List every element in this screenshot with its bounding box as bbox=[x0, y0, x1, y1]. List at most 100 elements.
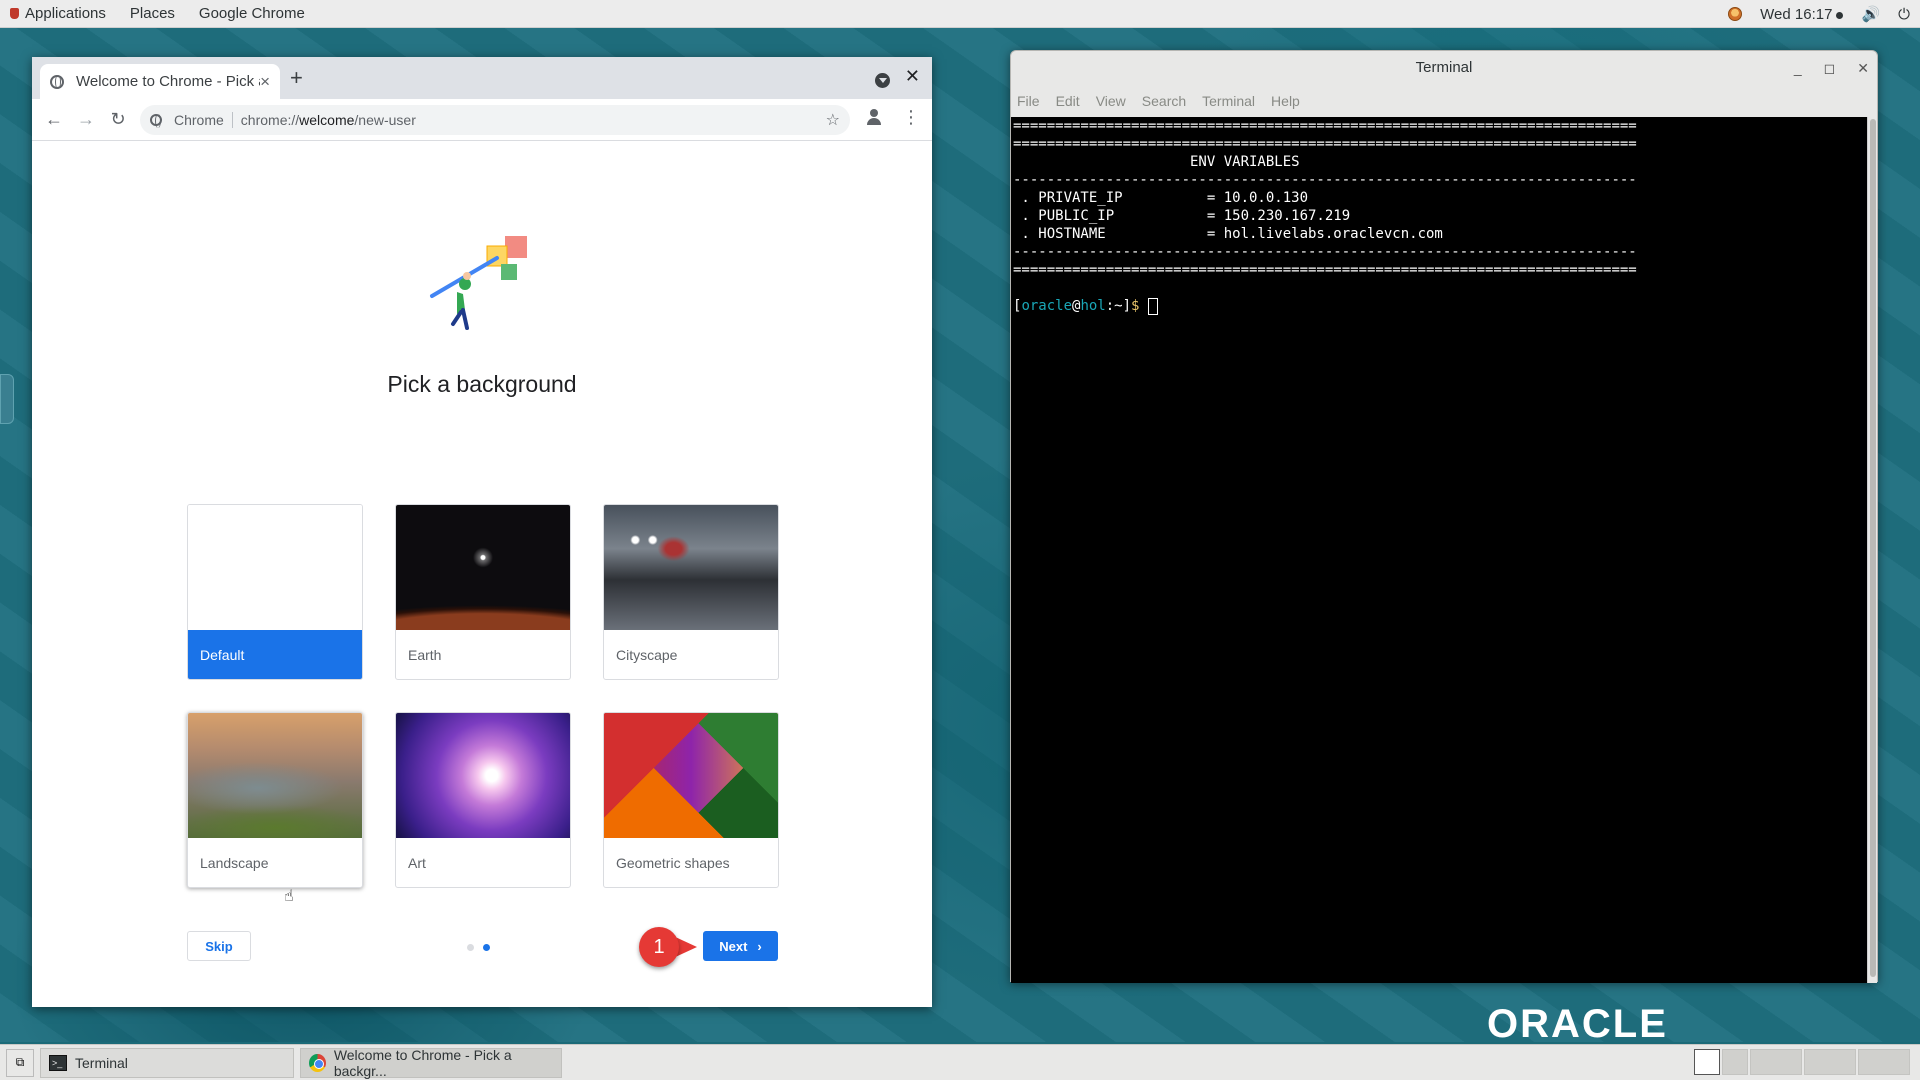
volume-icon[interactable]: 🔊 bbox=[1861, 5, 1880, 23]
background-label: Default bbox=[188, 630, 362, 679]
menu-file[interactable]: File bbox=[1017, 93, 1040, 109]
minimize-icon[interactable]: _ bbox=[1794, 51, 1802, 85]
terminal-titlebar[interactable]: Terminal _ ◻ ✕ bbox=[1011, 51, 1877, 85]
terminal-prompt: [oracle@hol:~]$ bbox=[1013, 297, 1867, 315]
mouse-cursor-icon: ☝ bbox=[284, 888, 294, 905]
applications-menu[interactable]: Applications bbox=[0, 5, 118, 22]
taskbar-chrome[interactable]: Welcome to Chrome - Pick a backgr... bbox=[300, 1047, 562, 1079]
show-desktop-icon[interactable]: ⧉ bbox=[6, 1048, 34, 1077]
text-cursor bbox=[1147, 297, 1158, 315]
workspace-switcher bbox=[1694, 1049, 1910, 1075]
page-dot bbox=[467, 944, 474, 951]
page-title: Pick a background bbox=[387, 371, 577, 397]
app-menu[interactable]: Google Chrome bbox=[187, 5, 317, 22]
terminal-menubar: File Edit View Search Terminal Help bbox=[1011, 85, 1877, 117]
background-label: Geometric shapes bbox=[616, 855, 730, 871]
background-option-geometric-shapes[interactable]: Geometric shapes bbox=[603, 712, 779, 888]
menu-view[interactable]: View bbox=[1096, 93, 1126, 109]
user-status-icon[interactable] bbox=[1728, 7, 1743, 21]
cityscape-thumbnail bbox=[604, 505, 778, 630]
terminal-scrollbar[interactable] bbox=[1867, 117, 1877, 983]
clock[interactable]: Wed 16:17 bbox=[1760, 6, 1844, 23]
terminal-line: ========================================… bbox=[1013, 136, 1637, 152]
site-info-icon[interactable] bbox=[150, 114, 162, 128]
tab-close-icon[interactable]: × bbox=[260, 72, 270, 92]
earth-thumbnail bbox=[396, 505, 570, 630]
terminal-line: . PRIVATE_IP = 10.0.0.130 bbox=[1013, 190, 1309, 206]
background-option-landscape[interactable]: Landscape bbox=[187, 712, 363, 888]
next-button[interactable]: Next › bbox=[703, 931, 778, 961]
tab-welcome[interactable]: Welcome to Chrome - Pick a background × bbox=[40, 64, 280, 99]
terminal-line: ----------------------------------------… bbox=[1013, 172, 1637, 188]
background-option-cityscape[interactable]: Cityscape bbox=[603, 504, 779, 680]
default-thumbnail bbox=[188, 505, 362, 630]
menu-terminal[interactable]: Terminal bbox=[1202, 93, 1255, 109]
chrome-window: Welcome to Chrome - Pick a background × … bbox=[32, 57, 932, 1007]
background-option-earth[interactable]: Earth bbox=[395, 504, 571, 680]
terminal-line: . PUBLIC_IP = 150.230.167.219 bbox=[1013, 208, 1351, 224]
terminal-line: ========================================… bbox=[1013, 118, 1637, 134]
url-prefix: chrome:// bbox=[240, 112, 300, 128]
background-option-art[interactable]: Art bbox=[395, 712, 571, 888]
callout-number: 1 bbox=[639, 927, 679, 967]
page-indicator bbox=[467, 944, 490, 951]
side-panel-handle[interactable] bbox=[0, 374, 14, 424]
site-label: Chrome bbox=[174, 112, 233, 128]
tab-search-icon[interactable] bbox=[875, 73, 890, 88]
bookmark-star-icon[interactable]: ☆ bbox=[826, 110, 840, 130]
applications-label: Applications bbox=[25, 5, 106, 22]
taskbar: ⧉ >_ Terminal Welcome to Chrome - Pick a… bbox=[0, 1044, 1920, 1080]
geometric-shapes-thumbnail bbox=[604, 713, 778, 838]
terminal-line: ENV VARIABLES bbox=[1013, 154, 1300, 170]
menu-edit[interactable]: Edit bbox=[1056, 93, 1080, 109]
workspace-3[interactable] bbox=[1750, 1049, 1802, 1075]
forward-icon[interactable]: → bbox=[70, 109, 102, 130]
back-icon[interactable]: ← bbox=[38, 109, 70, 130]
oracle-logo: ORACLE bbox=[1487, 1002, 1668, 1046]
terminal-title: Terminal bbox=[1415, 59, 1473, 76]
terminal-icon: >_ bbox=[49, 1054, 67, 1071]
chevron-right-icon: › bbox=[757, 938, 762, 954]
terminal-line: . HOSTNAME = hol.livelabs.oraclevcn.com bbox=[1013, 226, 1443, 242]
profile-icon[interactable] bbox=[866, 109, 882, 125]
reload-icon[interactable]: ↻ bbox=[102, 109, 134, 130]
prompt-path: :~] bbox=[1105, 298, 1132, 314]
url-text: chrome://welcome/new-user bbox=[241, 112, 416, 128]
menu-help[interactable]: Help bbox=[1271, 93, 1300, 109]
maximize-icon[interactable]: ◻ bbox=[1824, 51, 1836, 85]
workspace-5[interactable] bbox=[1858, 1049, 1910, 1075]
window-close-button[interactable]: ✕ bbox=[905, 66, 920, 87]
places-menu[interactable]: Places bbox=[118, 5, 187, 22]
welcome-page: Pick a background Default Earth Cityscap… bbox=[32, 141, 932, 1007]
background-label: Earth bbox=[408, 647, 442, 663]
address-bar[interactable]: Chrome chrome://welcome/new-user ☆ bbox=[140, 105, 850, 135]
workspace-4[interactable] bbox=[1804, 1049, 1856, 1075]
skip-button[interactable]: Skip bbox=[187, 931, 251, 961]
background-label: Art bbox=[408, 855, 426, 871]
painter-illustration-icon bbox=[430, 236, 527, 330]
tab-strip: Welcome to Chrome - Pick a background × … bbox=[32, 57, 932, 99]
step-callout: 1 bbox=[639, 927, 699, 967]
workspace-2[interactable] bbox=[1722, 1049, 1748, 1075]
taskbar-terminal[interactable]: >_ Terminal bbox=[40, 1047, 294, 1078]
landscape-thumbnail bbox=[188, 713, 362, 838]
terminal-window: Terminal _ ◻ ✕ File Edit View Search Ter… bbox=[1010, 50, 1878, 983]
close-icon[interactable]: ✕ bbox=[1857, 51, 1869, 85]
menu-kebab-icon[interactable]: ⋮ bbox=[902, 108, 920, 126]
applications-icon bbox=[10, 8, 19, 19]
menu-search[interactable]: Search bbox=[1142, 93, 1186, 109]
browser-toolbar: ← → ↻ Chrome chrome://welcome/new-user ☆… bbox=[32, 99, 932, 141]
prompt-dollar: $ bbox=[1131, 298, 1140, 314]
page-dot-active bbox=[483, 944, 490, 951]
art-thumbnail bbox=[396, 713, 570, 838]
power-icon[interactable]: ⏻ bbox=[1898, 6, 1910, 23]
prompt-user: oracle bbox=[1021, 298, 1073, 314]
tab-title: Welcome to Chrome - Pick a background bbox=[76, 73, 260, 90]
workspace-1[interactable] bbox=[1694, 1049, 1720, 1075]
terminal-output[interactable]: ========================================… bbox=[1011, 117, 1869, 983]
background-option-default[interactable]: Default bbox=[187, 504, 363, 680]
background-label: Cityscape bbox=[616, 647, 678, 663]
background-label: Landscape bbox=[200, 855, 269, 871]
new-tab-button[interactable]: + bbox=[290, 65, 303, 91]
